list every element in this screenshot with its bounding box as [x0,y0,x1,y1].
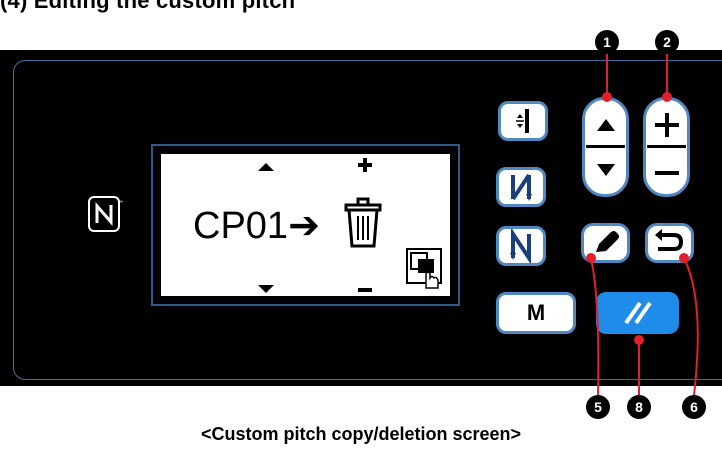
callout-5: 5 [586,395,610,419]
callout-dot-1 [602,92,612,102]
figure-caption: <Custom pitch copy/deletion screen> [200,424,522,444]
callout-1: 1 [595,30,619,54]
callout-6: 6 [682,395,706,419]
callout-8: 8 [627,395,651,419]
callout-lines [590,54,699,396]
callout-dot-8 [634,335,644,345]
callout-dot-5 [586,253,596,263]
callout-dot-6 [679,253,689,263]
callout-dot-2 [662,92,672,102]
callout-2: 2 [655,30,679,54]
